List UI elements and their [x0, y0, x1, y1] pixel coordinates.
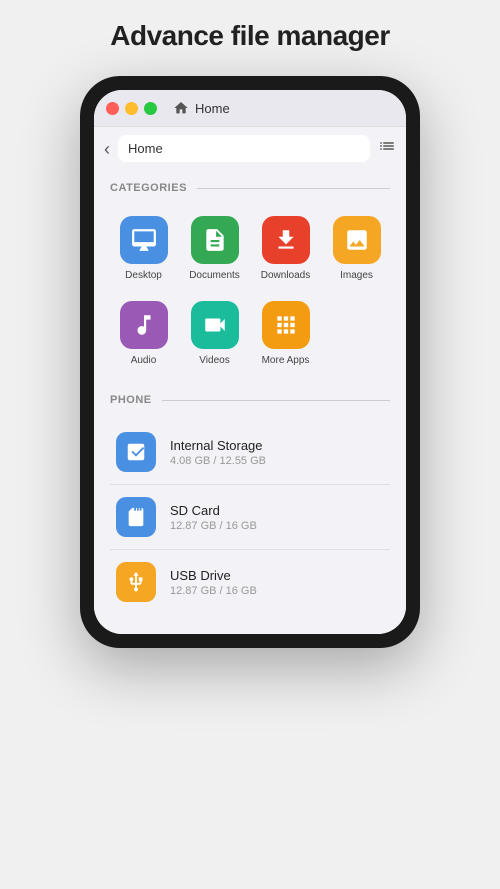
category-documents[interactable]: Documents [181, 208, 248, 289]
videos-icon [191, 301, 239, 349]
category-desktop[interactable]: Desktop [110, 208, 177, 289]
sdcard-icon [116, 497, 156, 537]
internal-storage-size: 4.08 GB / 12.55 GB [170, 455, 266, 467]
storage-item-sdcard[interactable]: SD Card 12.87 GB / 16 GB [110, 485, 390, 550]
category-videos[interactable]: Videos [181, 293, 248, 374]
desktop-label: Desktop [125, 270, 162, 281]
internal-storage-name: Internal Storage [170, 438, 266, 453]
phone-divider [162, 400, 390, 401]
minimize-dot[interactable] [125, 102, 138, 115]
storage-list: Internal Storage 4.08 GB / 12.55 GB SD [110, 420, 390, 614]
more-apps-label: More Apps [262, 355, 310, 366]
phone-title: PHONE [110, 394, 152, 406]
traffic-lights [106, 102, 157, 115]
category-downloads[interactable]: Downloads [252, 208, 319, 289]
phone-screen: Home ‹ CATEGORIES [94, 90, 406, 634]
usb-name: USB Drive [170, 568, 257, 583]
phone-section: PHONE Internal Storage 4.08 GB / [110, 394, 390, 614]
downloads-icon [262, 216, 310, 264]
back-button[interactable]: ‹ [104, 140, 110, 158]
images-icon [333, 216, 381, 264]
home-icon [173, 100, 189, 116]
audio-label: Audio [131, 355, 157, 366]
documents-icon [191, 216, 239, 264]
title-bar: Home [94, 90, 406, 127]
usb-size: 12.87 GB / 16 GB [170, 585, 257, 597]
videos-label: Videos [199, 355, 229, 366]
category-audio[interactable]: Audio [110, 293, 177, 374]
title-bar-label: Home [195, 101, 230, 116]
documents-label: Documents [189, 270, 240, 281]
content-area: CATEGORIES Desktop [94, 170, 406, 634]
categories-grid: Desktop Documents [110, 208, 390, 374]
categories-header: CATEGORIES [110, 182, 390, 194]
storage-item-internal[interactable]: Internal Storage 4.08 GB / 12.55 GB [110, 420, 390, 485]
more-apps-icon [262, 301, 310, 349]
list-view-icon[interactable] [378, 137, 396, 160]
desktop-icon [120, 216, 168, 264]
downloads-label: Downloads [261, 270, 310, 281]
address-bar-row: ‹ [94, 127, 406, 170]
sdcard-name: SD Card [170, 503, 257, 518]
category-images[interactable]: Images [323, 208, 390, 289]
internal-storage-info: Internal Storage 4.08 GB / 12.55 GB [170, 438, 266, 467]
category-more-apps[interactable]: More Apps [252, 293, 319, 374]
categories-title: CATEGORIES [110, 182, 187, 194]
phone-frame: Home ‹ CATEGORIES [80, 76, 420, 648]
address-input[interactable] [118, 135, 370, 162]
page-title: Advance file manager [110, 20, 389, 52]
title-bar-center: Home [173, 100, 230, 116]
usb-icon [116, 562, 156, 602]
close-dot[interactable] [106, 102, 119, 115]
audio-icon [120, 301, 168, 349]
usb-info: USB Drive 12.87 GB / 16 GB [170, 568, 257, 597]
sdcard-info: SD Card 12.87 GB / 16 GB [170, 503, 257, 532]
sdcard-size: 12.87 GB / 16 GB [170, 520, 257, 532]
images-label: Images [340, 270, 373, 281]
maximize-dot[interactable] [144, 102, 157, 115]
storage-item-usb[interactable]: USB Drive 12.87 GB / 16 GB [110, 550, 390, 614]
list-icon-svg [378, 137, 396, 155]
categories-divider [197, 188, 390, 189]
internal-storage-icon [116, 432, 156, 472]
phone-header: PHONE [110, 394, 390, 406]
